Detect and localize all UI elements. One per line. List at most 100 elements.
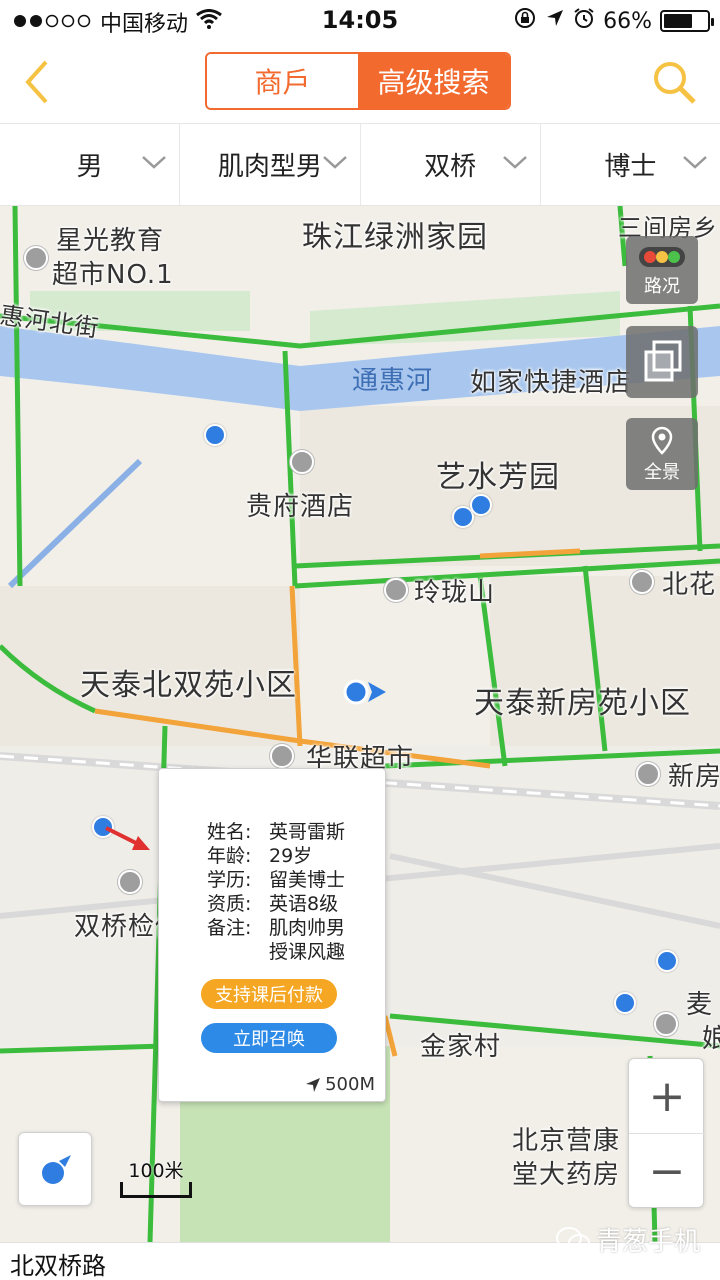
map-label-community: 天泰新房苑小区 (474, 686, 691, 721)
back-button[interactable] (18, 58, 58, 106)
distance-readout: 500M (305, 1074, 375, 1095)
chevron-down-icon (502, 156, 527, 169)
info-row-age: 年龄: 29岁 (207, 841, 312, 868)
user-marker[interactable] (204, 424, 226, 446)
map-label-hotel: 贵府酒店 (246, 492, 355, 522)
info-value: 留美博士 (269, 869, 346, 891)
info-key: 资质: (207, 893, 252, 915)
info-value: 29岁 (269, 845, 313, 867)
map-label-poi: 娘 (702, 1024, 720, 1054)
my-location-icon (343, 679, 386, 705)
zoom-in-button[interactable]: + (629, 1059, 705, 1134)
zoom-control: + − (628, 1058, 705, 1209)
info-key: 姓名: (207, 821, 252, 843)
info-key: 学历: (207, 869, 252, 891)
map-label-poi: 北花 (662, 570, 717, 600)
map-label-community: 天泰北双苑小区 (80, 668, 297, 703)
chevron-down-icon (322, 156, 347, 169)
battery-percent: 66% (603, 8, 652, 34)
watermark-text: 青葱手机 (595, 1227, 700, 1257)
filter-body-type[interactable]: 肌肉型男 (179, 124, 359, 205)
info-value: 英语8级 (269, 893, 339, 915)
info-row-education: 学历: 留美博士 (207, 865, 345, 892)
supermarket-icon (270, 744, 294, 768)
landmark-icon (630, 570, 654, 594)
filter-area[interactable]: 双桥 (359, 124, 540, 205)
info-value: 肌肉帅男 (269, 917, 346, 939)
map-label-community: 珠江绿洲家园 (302, 220, 488, 255)
profile-info-card[interactable]: 姓名: 英哥雷斯 年龄: 29岁 学历: 留美博士 资质: 英语8级 备注: 肌… (158, 768, 386, 1102)
navigation-arrow-icon (306, 1077, 321, 1092)
traffic-button[interactable]: 路况 (626, 236, 698, 304)
map-label-pharmacy: 堂大药房 (512, 1160, 621, 1190)
search-button[interactable] (650, 58, 698, 106)
filter-label: 双桥 (424, 152, 477, 182)
map-label-pharmacy: 北京营康 (512, 1126, 621, 1156)
info-row-name: 姓名: 英哥雷斯 (207, 817, 345, 844)
panorama-button[interactable]: 全景 (626, 418, 698, 490)
alarm-icon (573, 7, 595, 35)
map-label-river: 通惠河 (352, 366, 434, 396)
traffic-light-icon (639, 247, 685, 267)
info-row-qualification: 资质: 英语8级 (207, 889, 338, 916)
map-view[interactable]: 星光教育 超市NO.1 珠江绿洲家园 惠河北街 通惠河 如家快捷酒店 艺水芳园 … (0, 206, 720, 1242)
rotation-lock-icon (513, 6, 537, 36)
traffic-label: 路况 (644, 276, 680, 297)
pay-after-class-badge[interactable]: 支持课后付款 (201, 979, 337, 1009)
filter-label: 肌肉型男 (217, 152, 322, 182)
map-label-poi: 新房 (668, 762, 720, 792)
filter-education[interactable]: 博士 (539, 124, 720, 205)
distance-value: 500M (325, 1074, 375, 1095)
compass-icon (42, 1155, 71, 1184)
info-row-note-cont: 授课风趣 (207, 937, 345, 964)
user-marker[interactable] (614, 992, 636, 1014)
scale-label: 100米 (128, 1160, 184, 1182)
battery-icon (660, 10, 714, 32)
car-icon (118, 870, 142, 894)
info-key: 年龄: (207, 845, 252, 867)
user-marker[interactable] (656, 950, 678, 972)
current-road-name: 北双桥路 (10, 1252, 106, 1280)
chevron-down-icon (142, 156, 167, 169)
search-icon (654, 62, 696, 104)
location-arrow-icon (545, 8, 565, 34)
chevron-left-icon (25, 60, 48, 104)
scale-bar (120, 1182, 192, 1198)
filter-label: 男 (76, 152, 103, 182)
filter-bar: 男 肌肉型男 双桥 博士 (0, 124, 720, 206)
watermark: 青葱手机 (555, 1221, 700, 1258)
status-bar: 中国移动 14:05 66% (0, 0, 720, 40)
info-key: 备注: (207, 917, 252, 939)
call-now-button[interactable]: 立即召唤 (201, 1023, 337, 1053)
map-label-community: 艺水芳园 (436, 460, 560, 495)
map-label-supermarket: 星光教育 (56, 226, 165, 256)
map-label-hotel: 如家快捷酒店 (470, 368, 633, 398)
hotel-icon (290, 450, 314, 474)
filter-label: 博士 (604, 152, 657, 182)
locate-me-button[interactable] (18, 1132, 92, 1206)
layers-button[interactable] (626, 326, 698, 398)
tab-shanghu[interactable]: 商戶 (207, 54, 358, 108)
info-key (207, 937, 269, 964)
tab-advanced-search[interactable]: 高级搜索 (358, 54, 509, 108)
map-scale: 100米 (120, 1156, 192, 1198)
pointer-arrow-icon (105, 826, 150, 850)
map-label-village: 金家村 (420, 1032, 502, 1062)
user-marker[interactable] (470, 494, 492, 516)
wechat-icon (555, 1226, 590, 1252)
location-pin-icon (651, 426, 673, 455)
zoom-out-button[interactable]: − (629, 1134, 705, 1209)
map-label-supermarket: 超市NO.1 (52, 260, 174, 290)
supermarket-icon (24, 246, 48, 270)
map-label-poi: 玲珑山 (414, 578, 496, 608)
chevron-down-icon (683, 156, 707, 169)
landmark-icon (384, 578, 408, 602)
info-row-note: 备注: 肌肉帅男 (207, 913, 345, 940)
landmark-icon (636, 762, 660, 786)
filter-gender[interactable]: 男 (0, 124, 179, 205)
map-label-poi: 麦 (686, 990, 714, 1020)
nav-bar: 商戶 高级搜索 (0, 40, 720, 124)
bank-icon (654, 1012, 678, 1036)
info-value: 英哥雷斯 (269, 821, 346, 843)
panorama-label: 全景 (644, 462, 680, 483)
